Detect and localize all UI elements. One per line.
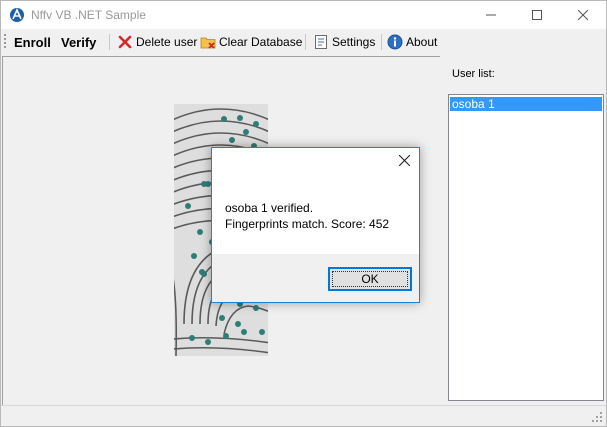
delete-user-label: Delete user bbox=[136, 35, 198, 49]
dialog-message-line1: osoba 1 verified. bbox=[225, 201, 314, 215]
settings-button[interactable]: Settings bbox=[313, 32, 375, 52]
toolbar-grip[interactable] bbox=[4, 34, 7, 50]
toolbar: Enroll Verify Delete user Clear Database bbox=[1, 30, 606, 54]
list-item[interactable]: osoba 1 bbox=[450, 97, 602, 111]
main-window: Nffv VB .NET Sample Enroll Verify Delete bbox=[0, 0, 607, 427]
clear-database-label: Clear Database bbox=[219, 35, 303, 49]
dialog-message: osoba 1 verified. Fingerprints match. Sc… bbox=[225, 200, 389, 232]
enroll-label: Enroll bbox=[14, 34, 51, 50]
dialog-close-button[interactable] bbox=[393, 151, 415, 173]
verify-label: Verify bbox=[61, 34, 97, 50]
toolbar-separator bbox=[381, 34, 382, 50]
toolbar-separator bbox=[109, 34, 110, 50]
fingerprint-app-icon bbox=[9, 7, 25, 23]
close-icon bbox=[398, 154, 410, 169]
status-bar bbox=[1, 405, 606, 426]
minimize-button[interactable] bbox=[468, 1, 514, 29]
verify-button[interactable]: Verify bbox=[61, 32, 96, 52]
resize-grip-icon[interactable] bbox=[591, 411, 603, 423]
dialog-footer: OK bbox=[212, 254, 419, 302]
verification-message-dialog: osoba 1 verified. Fingerprints match. Sc… bbox=[211, 147, 420, 303]
toolbar-separator bbox=[305, 34, 306, 50]
settings-label: Settings bbox=[332, 35, 376, 49]
clear-database-button[interactable]: Clear Database bbox=[200, 32, 302, 52]
title-bar[interactable]: Nffv VB .NET Sample bbox=[1, 1, 606, 29]
window-close-button[interactable] bbox=[560, 1, 606, 29]
info-icon bbox=[387, 34, 403, 50]
delete-user-button[interactable]: Delete user bbox=[117, 32, 197, 52]
ok-button[interactable]: OK bbox=[328, 267, 412, 291]
delete-x-icon bbox=[117, 34, 133, 50]
user-list-label: User list: bbox=[452, 68, 495, 80]
user-list-box[interactable]: osoba 1 bbox=[448, 94, 604, 401]
maximize-button[interactable] bbox=[514, 1, 560, 29]
about-button[interactable]: About bbox=[387, 32, 437, 52]
window-title: Nffv VB .NET Sample bbox=[31, 8, 146, 22]
settings-document-icon bbox=[313, 34, 329, 50]
about-label: About bbox=[406, 35, 438, 49]
folder-delete-icon bbox=[200, 34, 216, 50]
dialog-message-line2: Fingerprints match. Score: 452 bbox=[225, 217, 390, 231]
enroll-button[interactable]: Enroll bbox=[14, 32, 51, 52]
